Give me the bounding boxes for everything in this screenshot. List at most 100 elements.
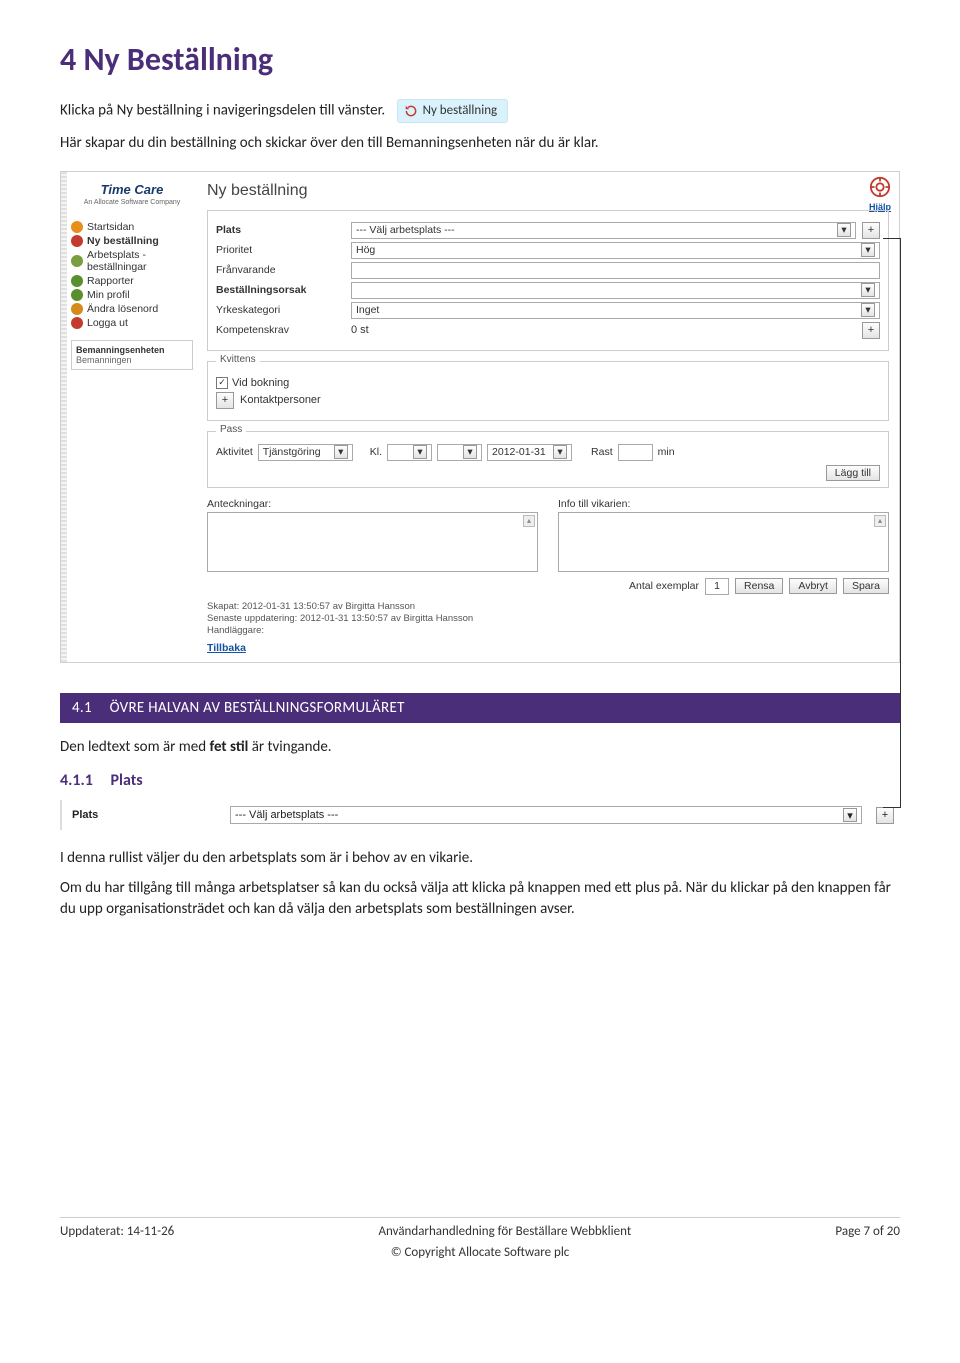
logo: Time Care An Allocate Software Company (71, 178, 193, 214)
tillbaka-link[interactable]: Tillbaka (207, 642, 246, 654)
form-label: Beställningsorsak (216, 284, 351, 296)
kontaktpersoner-label: Kontaktpersoner (240, 394, 321, 406)
sidebar-item-label: Ny beställning (87, 235, 159, 247)
footer-copyright: © Copyright Allocate Software plc (60, 1245, 900, 1260)
sidebar-item-3[interactable]: Rapporter (71, 274, 193, 288)
sidebar-item-5[interactable]: Ändra lösenord (71, 302, 193, 316)
anteckningar-textarea[interactable]: ▴ (207, 512, 538, 572)
section-4-1-1-num: 4.1.1 (60, 771, 93, 790)
form-row-0: Plats--- Välj arbetsplats ---▾+ (216, 222, 880, 239)
ny-bestallning-inline-button[interactable]: Ny beställning (397, 99, 509, 123)
lifebuoy-icon (869, 176, 891, 198)
form-select-value: Hög (356, 244, 375, 256)
logo-subtext: An Allocate Software Company (73, 199, 191, 206)
form-row-1: PrioritetHög▾ (216, 242, 880, 259)
chevron-down-icon: ▾ (837, 223, 851, 237)
mini-plats-select[interactable]: --- Välj arbetsplats --- ▾ (230, 806, 862, 824)
sidebar-org-header: Bemanningsenheten (76, 345, 188, 355)
footer-page-number: Page 7 of 20 (835, 1224, 900, 1239)
min-label: min (658, 446, 675, 458)
ledtext-c: är tvingande. (248, 738, 331, 756)
chevron-down-icon: ▾ (334, 445, 348, 459)
aktivitet-label: Aktivitet (216, 446, 253, 458)
form-text-input[interactable] (351, 262, 880, 279)
date-select[interactable]: 2012-01-31 ▾ (487, 444, 572, 461)
section-4-1-1-heading: 4.1.1 Plats (60, 771, 900, 790)
notes-row: Anteckningar: ▴ Info till vikarien: ▴ (207, 498, 889, 572)
form-select[interactable]: Inget▾ (351, 302, 880, 319)
ledtext-paragraph: Den ledtext som är med fet stil är tving… (60, 737, 900, 757)
form-select[interactable]: --- Välj arbetsplats ---▾ (351, 222, 856, 239)
sidebar-item-0[interactable]: Startsidan (71, 220, 193, 234)
sidebar-item-4[interactable]: Min profil (71, 288, 193, 302)
meta-skapat: Skapat: 2012-01-31 13:50:57 av Birgitta … (207, 601, 889, 613)
antal-exemplar-input[interactable]: 1 (705, 578, 729, 595)
intro-paragraph-2: Här skapar du din beställning och skicka… (60, 133, 900, 153)
form-label: Frånvarande (216, 264, 351, 276)
avbryt-button[interactable]: Avbryt (789, 578, 837, 594)
sidebar-item-6[interactable]: Logga ut (71, 316, 193, 330)
plats-mini-screenshot: Plats --- Välj arbetsplats --- ▾ + (60, 800, 900, 830)
mini-plus-button[interactable]: + (876, 807, 894, 824)
ledtext-b: fet stil (209, 738, 248, 756)
content-title: Ny beställning (207, 182, 889, 200)
form-row-5: Kompetenskrav0 st + (216, 322, 880, 339)
sidebar-item-2[interactable]: Arbetsplats - beställningar (71, 248, 193, 274)
intro1-text: Klicka på Ny beställning i navigeringsde… (60, 101, 385, 119)
sidebar-item-label: Startsidan (87, 221, 134, 233)
aktivitet-select[interactable]: Tjänstgöring ▾ (258, 444, 353, 461)
form-row-4: YrkeskategoriInget▾ (216, 302, 880, 319)
form-row-3: Beställningsorsak ▾ (216, 282, 880, 299)
plus-button[interactable]: + (862, 222, 880, 239)
rensa-button[interactable]: Rensa (735, 578, 783, 594)
inline-button-label: Ny beställning (423, 102, 498, 120)
sidebar-item-label: Logga ut (87, 317, 128, 329)
chevron-down-icon: ▾ (413, 445, 427, 459)
plus-button[interactable]: + (862, 322, 880, 339)
rast-input[interactable] (618, 444, 653, 461)
form-static-value: 0 st (351, 324, 856, 336)
form-panel-top: Plats--- Välj arbetsplats ---▾+Prioritet… (207, 210, 889, 351)
app-screenshot: Time Care An Allocate Software Company S… (60, 171, 900, 663)
form-select[interactable]: Hög▾ (351, 242, 880, 259)
chevron-down-icon: ▾ (463, 445, 477, 459)
meta-info: Skapat: 2012-01-31 13:50:57 av Birgitta … (207, 601, 889, 638)
refresh-icon (404, 104, 418, 118)
sidebar-item-label: Ändra lösenord (87, 303, 158, 315)
page-footer: Uppdaterat: 14-11-26 Användarhandledning… (60, 1217, 900, 1260)
nav-icon (71, 317, 83, 329)
pass-legend: Pass (216, 424, 246, 435)
rast-label: Rast (591, 446, 613, 458)
kontakt-plus-button[interactable]: + (216, 392, 234, 409)
pass-panel: Pass Aktivitet Tjänstgöring ▾ Kl. ▾ ▾ 20… (207, 431, 889, 488)
form-label: Prioritet (216, 244, 351, 256)
nav-icon (71, 289, 83, 301)
chevron-down-icon: ▾ (861, 283, 875, 297)
sidebar-item-label: Arbetsplats - beställningar (87, 249, 193, 273)
sidebar-item-1[interactable]: Ny beställning (71, 234, 193, 248)
plats-paragraph-2: Om du har tillgång till många arbetsplat… (60, 878, 900, 919)
callout-bracket (883, 238, 901, 808)
nav-icon (71, 303, 83, 315)
kvittens-panel: Kvittens ✓ Vid bokning + Kontaktpersoner (207, 361, 889, 421)
form-select-value: Inget (356, 304, 379, 316)
vid-bokning-checkbox[interactable]: ✓ (216, 377, 228, 389)
mini-plats-label: Plats (72, 809, 222, 821)
section-4-1-title: ÖVRE HALVAN AV BESTÄLLNINGSFORMULÄRET (110, 699, 405, 717)
info-vikarien-textarea[interactable]: ▴ (558, 512, 889, 572)
nav-icon (71, 255, 83, 267)
nav-icon (71, 221, 83, 233)
logo-text: Time Care (73, 182, 191, 197)
lagg-till-button[interactable]: Lägg till (826, 465, 880, 481)
form-select[interactable]: ▾ (351, 282, 880, 299)
page-heading: 4 Ny Beställning (60, 40, 900, 79)
mini-plats-value: --- Välj arbetsplats --- (235, 809, 338, 821)
time-from-select[interactable]: ▾ (387, 444, 432, 461)
time-to-select[interactable]: ▾ (437, 444, 482, 461)
nav-icon (71, 275, 83, 287)
form-label: Kompetenskrav (216, 324, 351, 336)
help-button[interactable]: Hjälp (869, 176, 891, 212)
kvittens-legend: Kvittens (216, 354, 260, 365)
nav-icon (71, 235, 83, 247)
sidebar-item-label: Min profil (87, 289, 130, 301)
